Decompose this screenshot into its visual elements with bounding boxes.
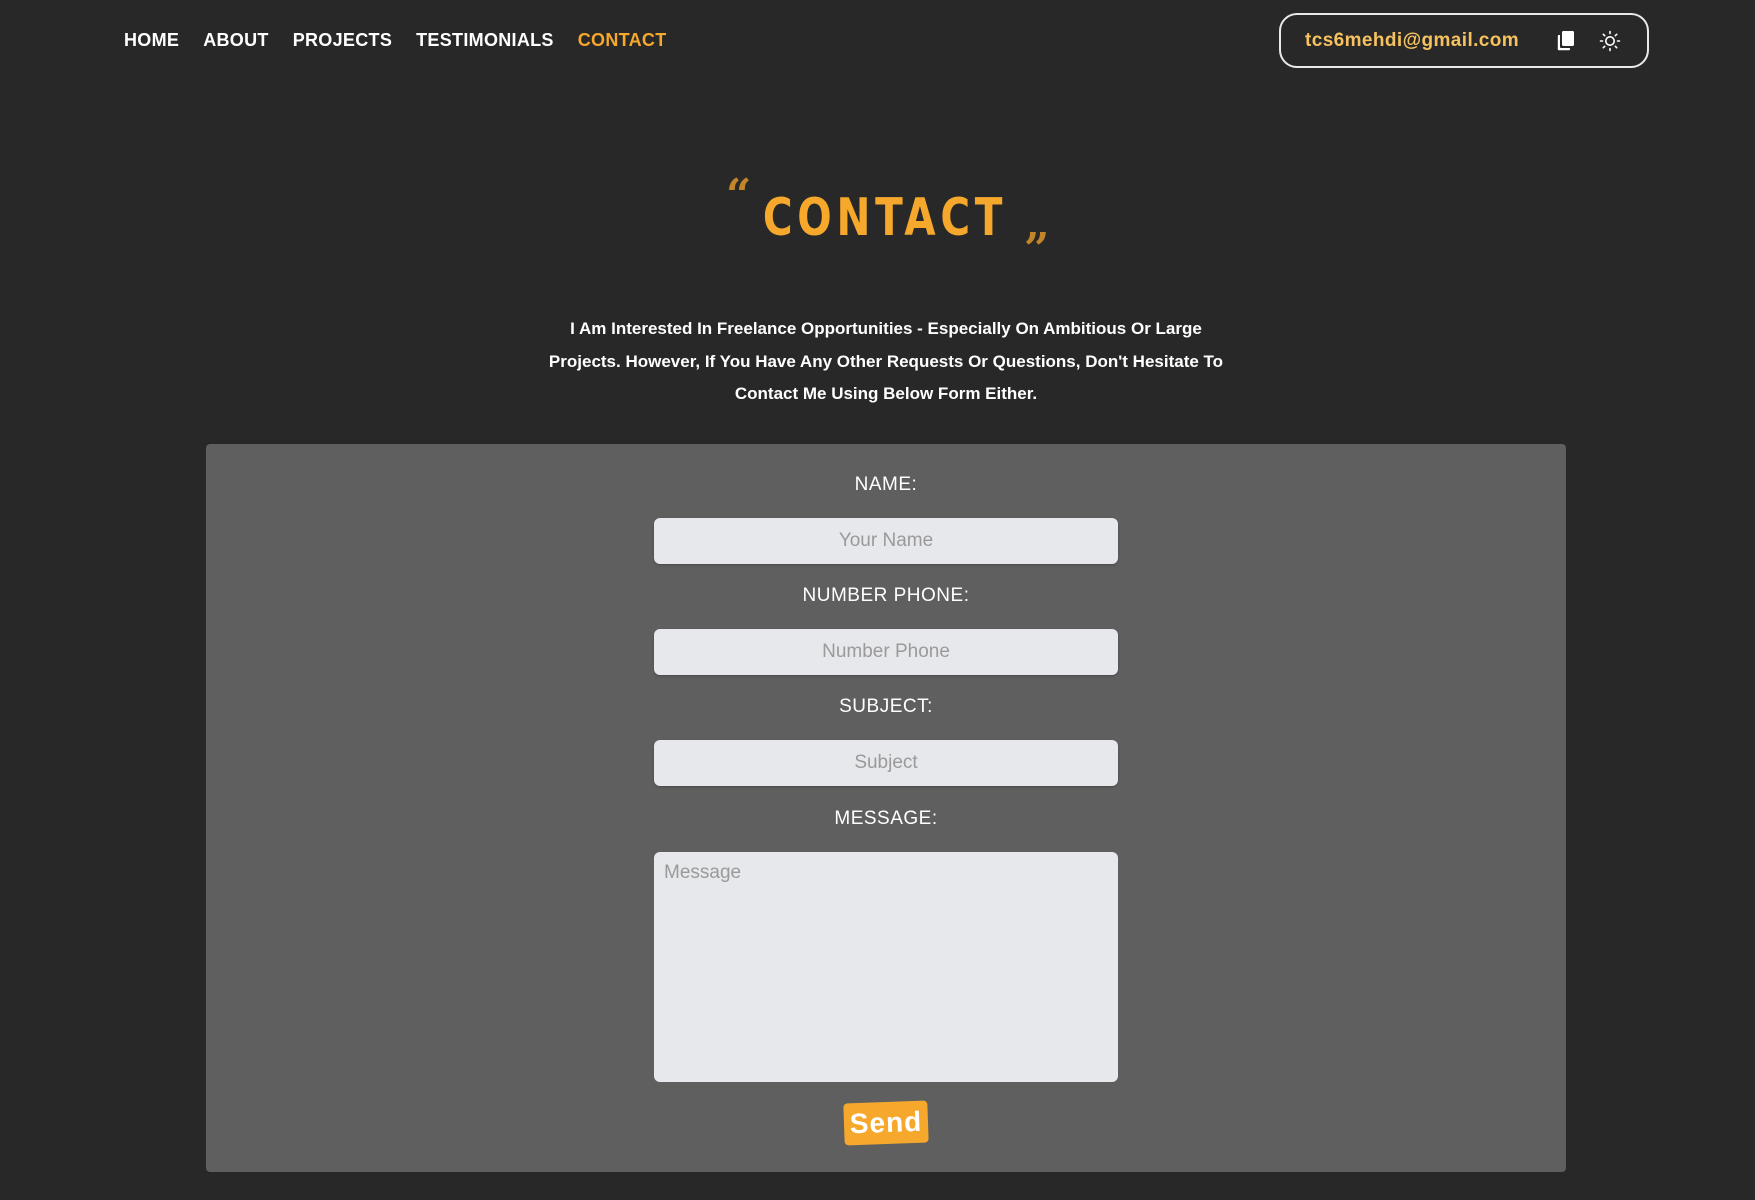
message-label: MESSAGE:: [834, 808, 938, 829]
page-title: CONTACT: [762, 188, 1008, 248]
nav-projects[interactable]: PROJECTS: [293, 28, 392, 52]
name-label: NAME:: [854, 474, 918, 495]
nav-testimonials[interactable]: TESTIMONIALS: [416, 28, 554, 52]
send-button[interactable]: Send: [843, 1100, 929, 1146]
copy-icon[interactable]: [1553, 28, 1579, 54]
main-nav: HOME ABOUT PROJECTS TESTIMONIALS CONTACT: [124, 28, 667, 52]
intro-text: I Am Interested In Freelance Opportuniti…: [548, 319, 1224, 403]
subject-label: SUBJECT:: [839, 696, 933, 717]
email-address[interactable]: tcs6mehdi@gmail.com: [1305, 30, 1519, 52]
contact-form: NAME: NUMBER PHONE: SUBJECT: MESSAGE: Se…: [206, 444, 1566, 1172]
phone-field[interactable]: [654, 629, 1118, 675]
nav-contact[interactable]: CONTACT: [578, 28, 667, 52]
message-field[interactable]: [654, 852, 1118, 1082]
nav-about[interactable]: ABOUT: [203, 28, 269, 52]
sun-icon[interactable]: [1597, 28, 1623, 54]
nav-home[interactable]: HOME: [124, 28, 179, 52]
section-title: “ CONTACT ”: [0, 160, 1755, 275]
contact-page: HOME ABOUT PROJECTS TESTIMONIALS CONTACT…: [0, 0, 1755, 1200]
quote-close-icon: ”: [1024, 224, 1050, 275]
phone-label: NUMBER PHONE:: [802, 585, 970, 606]
email-box: tcs6mehdi@gmail.com: [1279, 13, 1649, 68]
subject-field[interactable]: [654, 740, 1118, 786]
name-field[interactable]: [654, 518, 1118, 564]
